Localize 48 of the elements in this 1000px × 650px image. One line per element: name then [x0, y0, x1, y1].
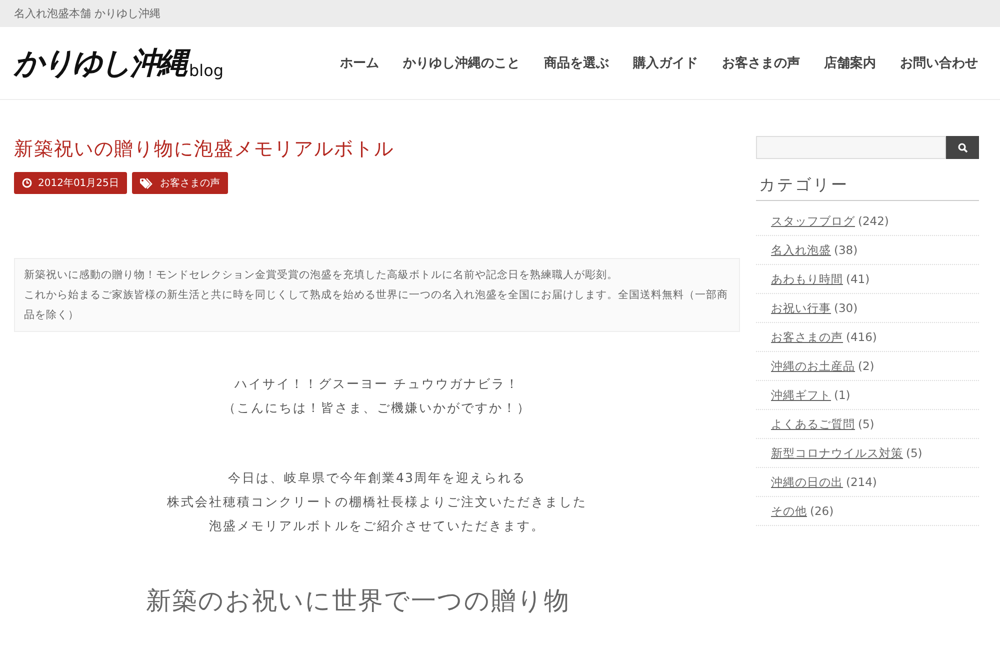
post-count: (5): [858, 417, 874, 431]
summary-text: これから始まるご家族皆様の新生活と共に時を同じくして熟成を始める世界に一つの名入れ泡盛を全国にお届けします。全国送料無料（一部商品を除く）: [24, 288, 729, 323]
widget-title: カテゴリー: [756, 175, 979, 201]
category-link[interactable]: その他: [771, 504, 807, 518]
category-link[interactable]: 新型コロナウイルス対策: [771, 446, 903, 460]
category-link[interactable]: お客さまの声: [771, 330, 843, 344]
category-link[interactable]: あわもり時間: [771, 272, 843, 286]
category-link[interactable]: 沖縄の日の出: [771, 474, 843, 490]
nav-link[interactable]: 購入ガイド: [633, 54, 698, 72]
section-heading: 新築のお祝いに世界で一つの贈り物: [146, 585, 571, 617]
post-count: (1): [834, 388, 850, 402]
nav-link[interactable]: 店舗案内: [824, 54, 876, 72]
tags-icon: [140, 178, 154, 188]
post-count: (2): [858, 359, 874, 373]
category-tag[interactable]: お客さまの声: [132, 172, 228, 194]
body-text: （こんにちは！皆さま、ご機嫌いかがですか！）: [222, 399, 532, 417]
nav-link[interactable]: 商品を選ぶ: [544, 54, 609, 72]
article-title: 新築祝いの贈り物に泡盛メモリアルボトル: [14, 137, 395, 162]
nav-link[interactable]: お問い合わせ: [900, 54, 978, 72]
date-badge: 2012年01月25日: [14, 172, 127, 194]
search-icon: [958, 142, 968, 152]
search-field[interactable]: [756, 136, 946, 159]
post-count: (26): [810, 504, 834, 518]
clock-icon: [22, 178, 32, 188]
category-link[interactable]: 名入れ泡盛: [771, 242, 831, 258]
nav-link[interactable]: かりゆし沖縄のこと: [403, 54, 520, 72]
category-link[interactable]: スタッフブログ: [771, 214, 855, 228]
category-link[interactable]: よくあるご質問: [771, 416, 855, 432]
body-text: ハイサイ！！グスーヨー チュウウガナビラ！: [234, 375, 520, 393]
category-link[interactable]: 沖縄ギフト: [771, 388, 831, 402]
post-count: (5): [906, 446, 922, 460]
summary-text: 新築祝いに感動の贈り物！モンドセレクション金賞受賞の泡盛を充填した高級ボトルに名前や記念日を熟練職人が彫刻。: [24, 268, 619, 283]
category-link[interactable]: お祝い行事: [771, 300, 831, 316]
post-count: (416): [846, 330, 877, 344]
category-link[interactable]: 沖縄のお土産品: [771, 358, 855, 374]
nav-link[interactable]: ホーム: [340, 54, 379, 72]
body-text: 今日は、岐阜県で今年創業43周年を迎えられる: [227, 469, 527, 487]
post-count: (41): [846, 272, 870, 286]
post-count: (242): [858, 214, 889, 228]
body-text: 泡盛メモリアルボトルをご紹介させていただきます。: [208, 517, 546, 535]
search-button[interactable]: [946, 136, 979, 159]
logo-suffix: blog: [189, 60, 224, 82]
post-count: (38): [834, 243, 858, 257]
body-text: 株式会社穂積コンクリートの棚橋社長様よりご注文いただきました: [166, 493, 588, 511]
site-tagline: 名入れ泡盛本舗 かりゆし沖縄: [14, 7, 160, 20]
nav-link[interactable]: お客さまの声: [722, 54, 800, 72]
post-count: (30): [834, 301, 858, 315]
post-count: (214): [846, 475, 877, 489]
